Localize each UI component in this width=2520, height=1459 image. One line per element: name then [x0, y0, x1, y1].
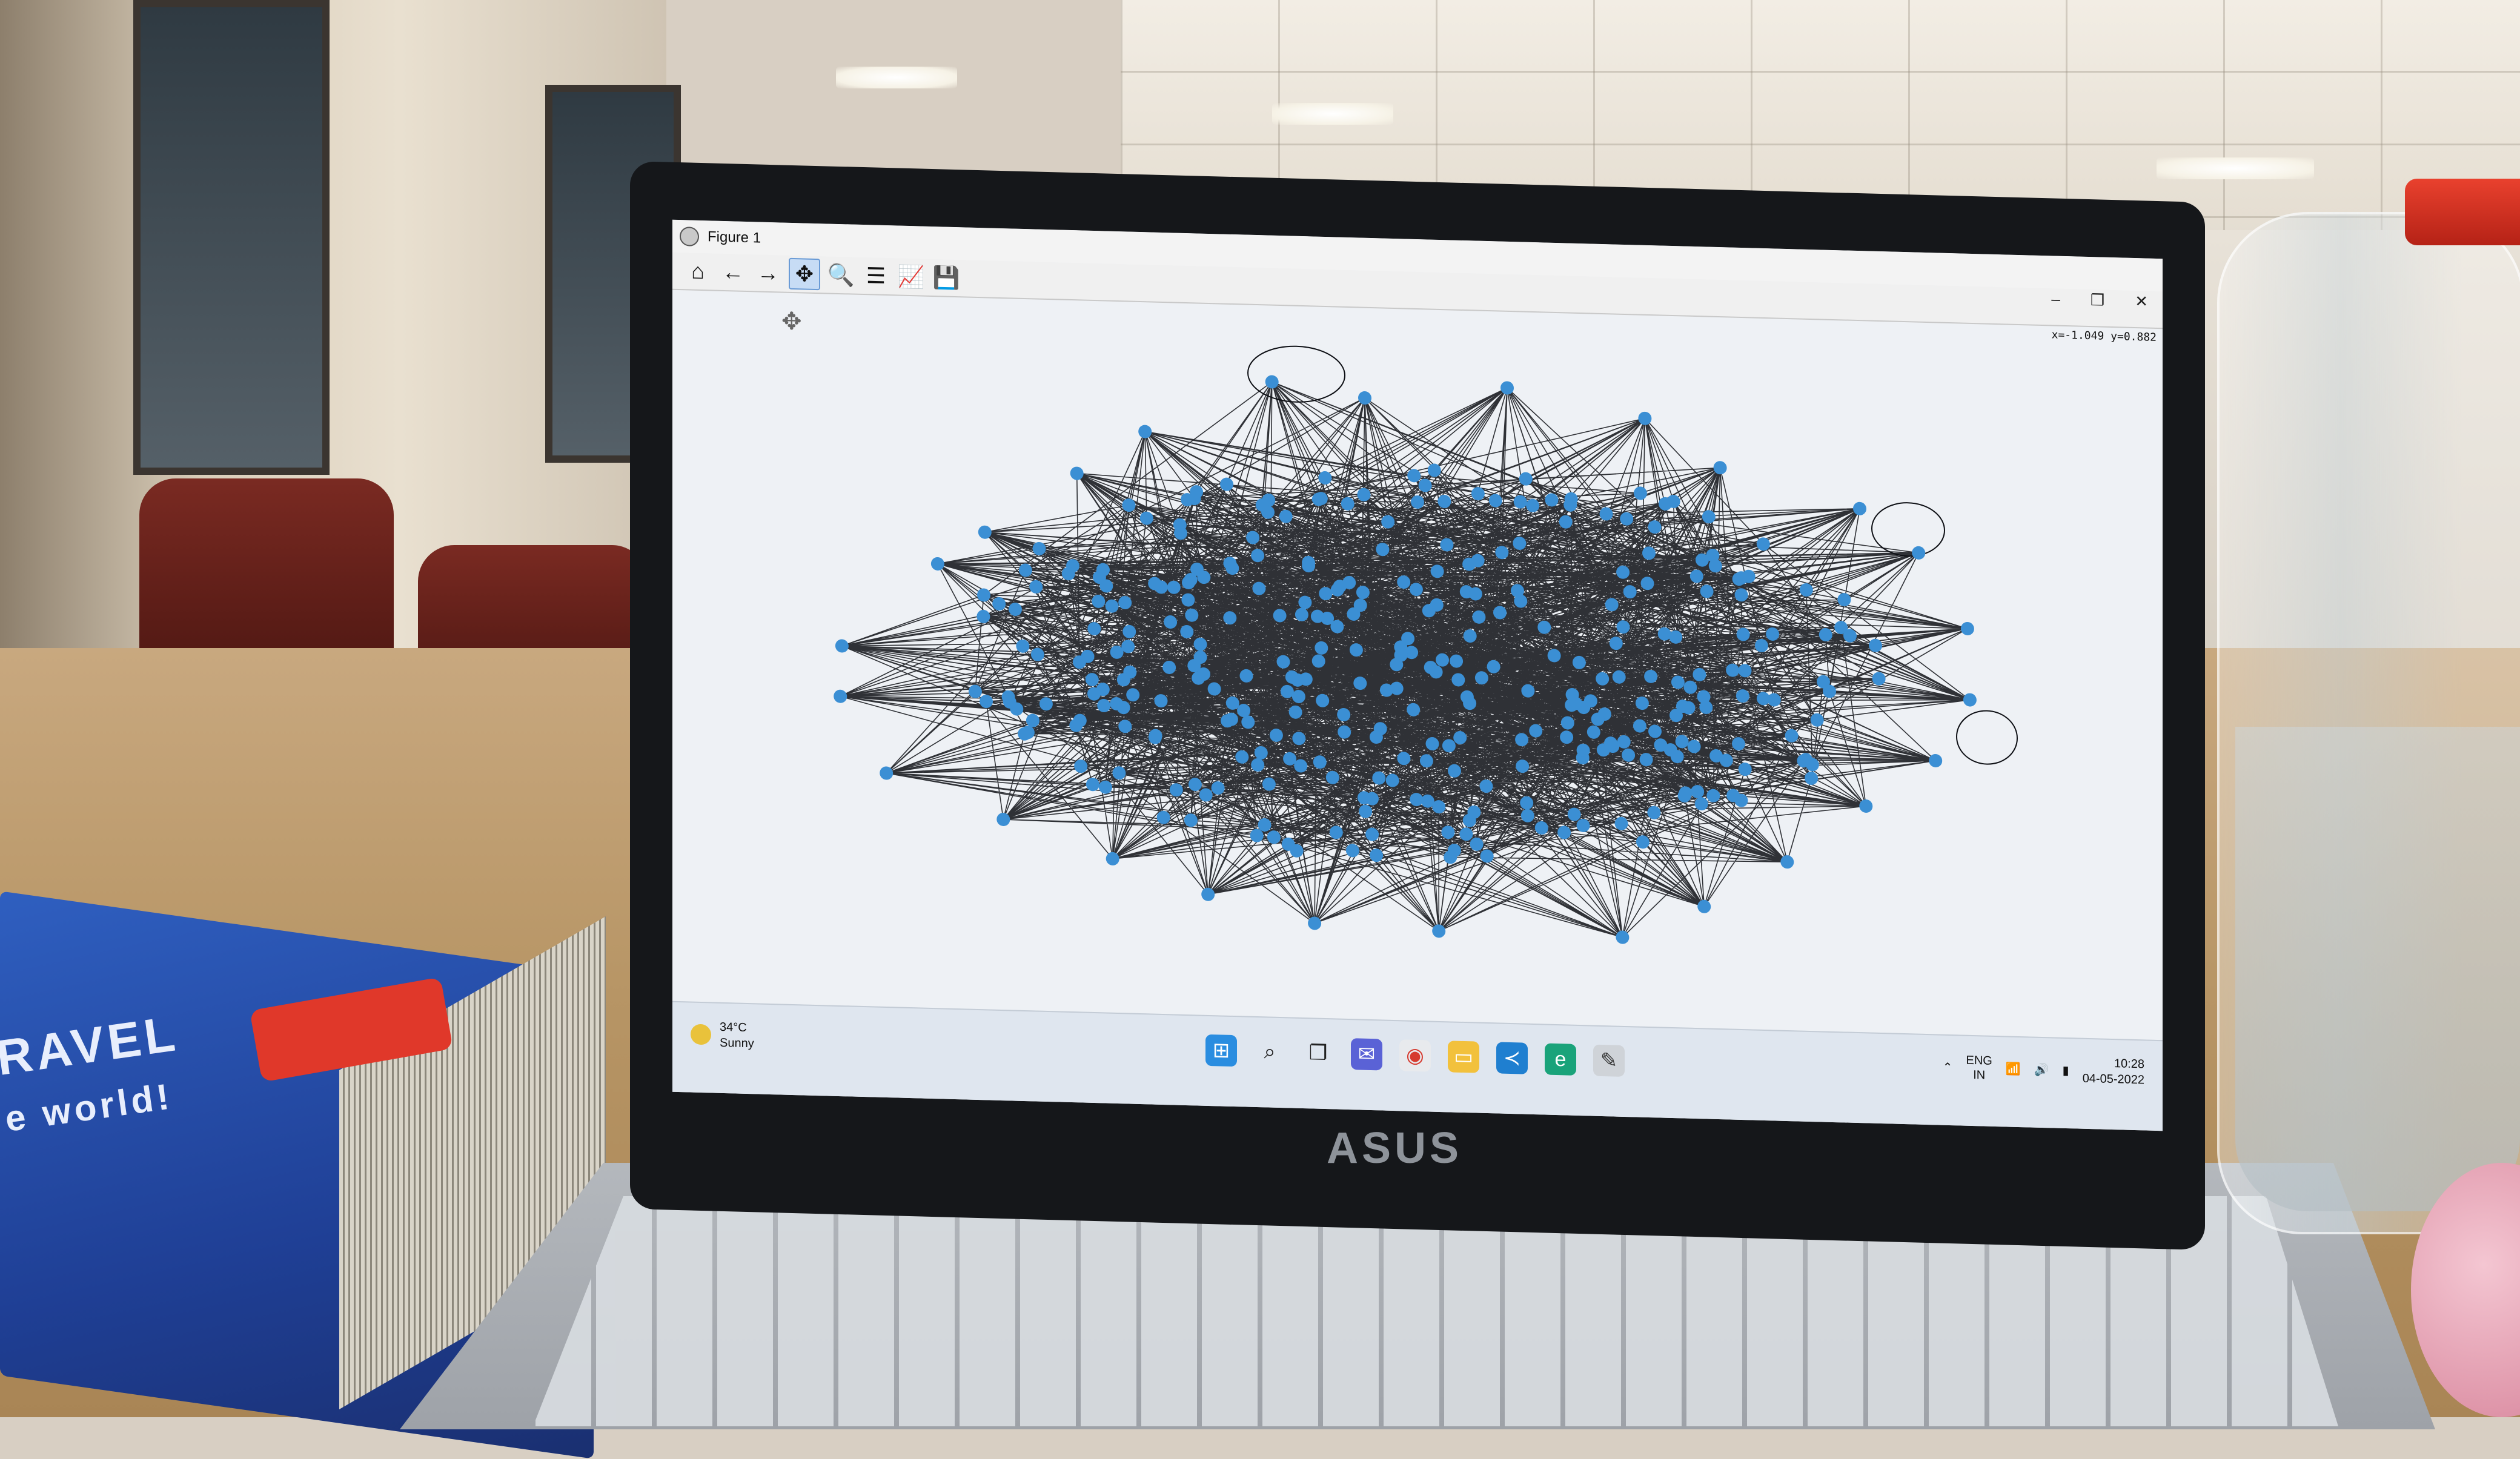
python-figure-icon[interactable]: ✎: [1593, 1044, 1625, 1077]
pan-cursor-icon: ✥: [781, 308, 802, 336]
ceiling-light: [2157, 157, 2314, 179]
app-icon: [680, 227, 699, 246]
windows-start-icon[interactable]: ⊞: [1205, 1034, 1237, 1067]
window-controls: – ❐ ✕: [2051, 289, 2148, 311]
zoom-icon[interactable]: 🔍: [826, 260, 855, 289]
weather-condition: Sunny: [720, 1036, 754, 1051]
network-graph: [834, 345, 2018, 944]
forward-icon[interactable]: →: [754, 258, 783, 288]
minimize-button[interactable]: –: [2051, 289, 2060, 308]
graph-node: [1265, 375, 1279, 389]
edit-axis-icon[interactable]: 📈: [897, 262, 926, 291]
bottle-water: [2235, 727, 2520, 1211]
graph-node: [1963, 693, 1977, 707]
ceiling-light: [836, 67, 957, 88]
window-title: Figure 1: [708, 228, 761, 246]
weather-widget[interactable]: 34°C Sunny: [691, 1019, 754, 1052]
window: [133, 0, 330, 475]
laptop-brand-logo: ASUS: [1327, 1124, 1463, 1173]
language-indicator[interactable]: ENG IN: [1966, 1053, 1992, 1083]
home-icon[interactable]: ⌂: [683, 256, 712, 286]
vscode-icon[interactable]: ≺: [1496, 1042, 1528, 1074]
graph-node: [1513, 495, 1527, 509]
weather-temperature: 34°C: [720, 1020, 747, 1035]
subplots-icon[interactable]: ☰: [861, 261, 890, 291]
graph-node: [1960, 621, 1974, 635]
network-graph-plot[interactable]: [672, 291, 2163, 1039]
system-tray: ⌃ ENG IN 📶 🔊 ▮ 10:28 04-05-2022: [1943, 1051, 2144, 1088]
graph-node: [835, 639, 849, 653]
edge-icon[interactable]: e: [1545, 1043, 1576, 1076]
graph-node: [1859, 799, 1873, 813]
maximize-button[interactable]: ❐: [2091, 291, 2104, 310]
graph-node: [1620, 512, 1634, 526]
close-button[interactable]: ✕: [2135, 292, 2148, 311]
graph-node: [1780, 855, 1794, 869]
volume-icon[interactable]: 🔊: [2034, 1062, 2049, 1077]
graph-node: [1810, 713, 1824, 727]
graph-node: [1407, 469, 1421, 483]
system-clock[interactable]: 10:28 04-05-2022: [2083, 1055, 2144, 1088]
graph-node: [1156, 810, 1170, 824]
pan-icon[interactable]: ✥: [789, 257, 820, 291]
graph-node: [1345, 844, 1359, 858]
task-view-icon[interactable]: ❐: [1302, 1037, 1334, 1069]
chrome-icon[interactable]: ◉: [1399, 1039, 1431, 1072]
search-icon[interactable]: ⌕: [1254, 1036, 1285, 1068]
chevron-up-icon[interactable]: ⌃: [1943, 1059, 1953, 1074]
graph-node: [1647, 806, 1661, 819]
sun-icon: [691, 1024, 711, 1045]
taskbar-apps: ⊞ ⌕ ❐ ✉ ◉ ▭ ≺ e ✎: [1205, 1034, 1625, 1077]
self-loop-edge: [1871, 502, 1945, 557]
graph-node: [976, 609, 990, 623]
graph-node: [1697, 899, 1711, 913]
battery-icon[interactable]: ▮: [2063, 1062, 2069, 1077]
self-loop-edge: [1956, 710, 2018, 765]
ceiling-light: [1272, 103, 1393, 125]
graph-node: [1138, 425, 1152, 438]
graph-node: [1929, 753, 1943, 767]
wifi-icon[interactable]: 📶: [2006, 1061, 2021, 1077]
laptop-screen: Figure 1 ⌂ ← → ✥ 🔍 ☰ 📈 💾 – ❐ ✕ x=-1.049 …: [672, 219, 2163, 1131]
file-explorer-icon[interactable]: ▭: [1448, 1040, 1479, 1073]
graph-node: [930, 557, 944, 571]
save-icon[interactable]: 💾: [932, 263, 961, 293]
graph-node: [1479, 779, 1493, 793]
back-icon[interactable]: ←: [718, 257, 748, 287]
graph-node: [1026, 713, 1040, 727]
graph-node: [834, 689, 847, 703]
bottle-cap: [2405, 179, 2520, 245]
chat-icon[interactable]: ✉: [1351, 1038, 1382, 1071]
graph-node: [1805, 772, 1819, 786]
graph-node: [1329, 825, 1343, 839]
graph-node: [1070, 466, 1084, 480]
graph-node: [978, 525, 992, 539]
